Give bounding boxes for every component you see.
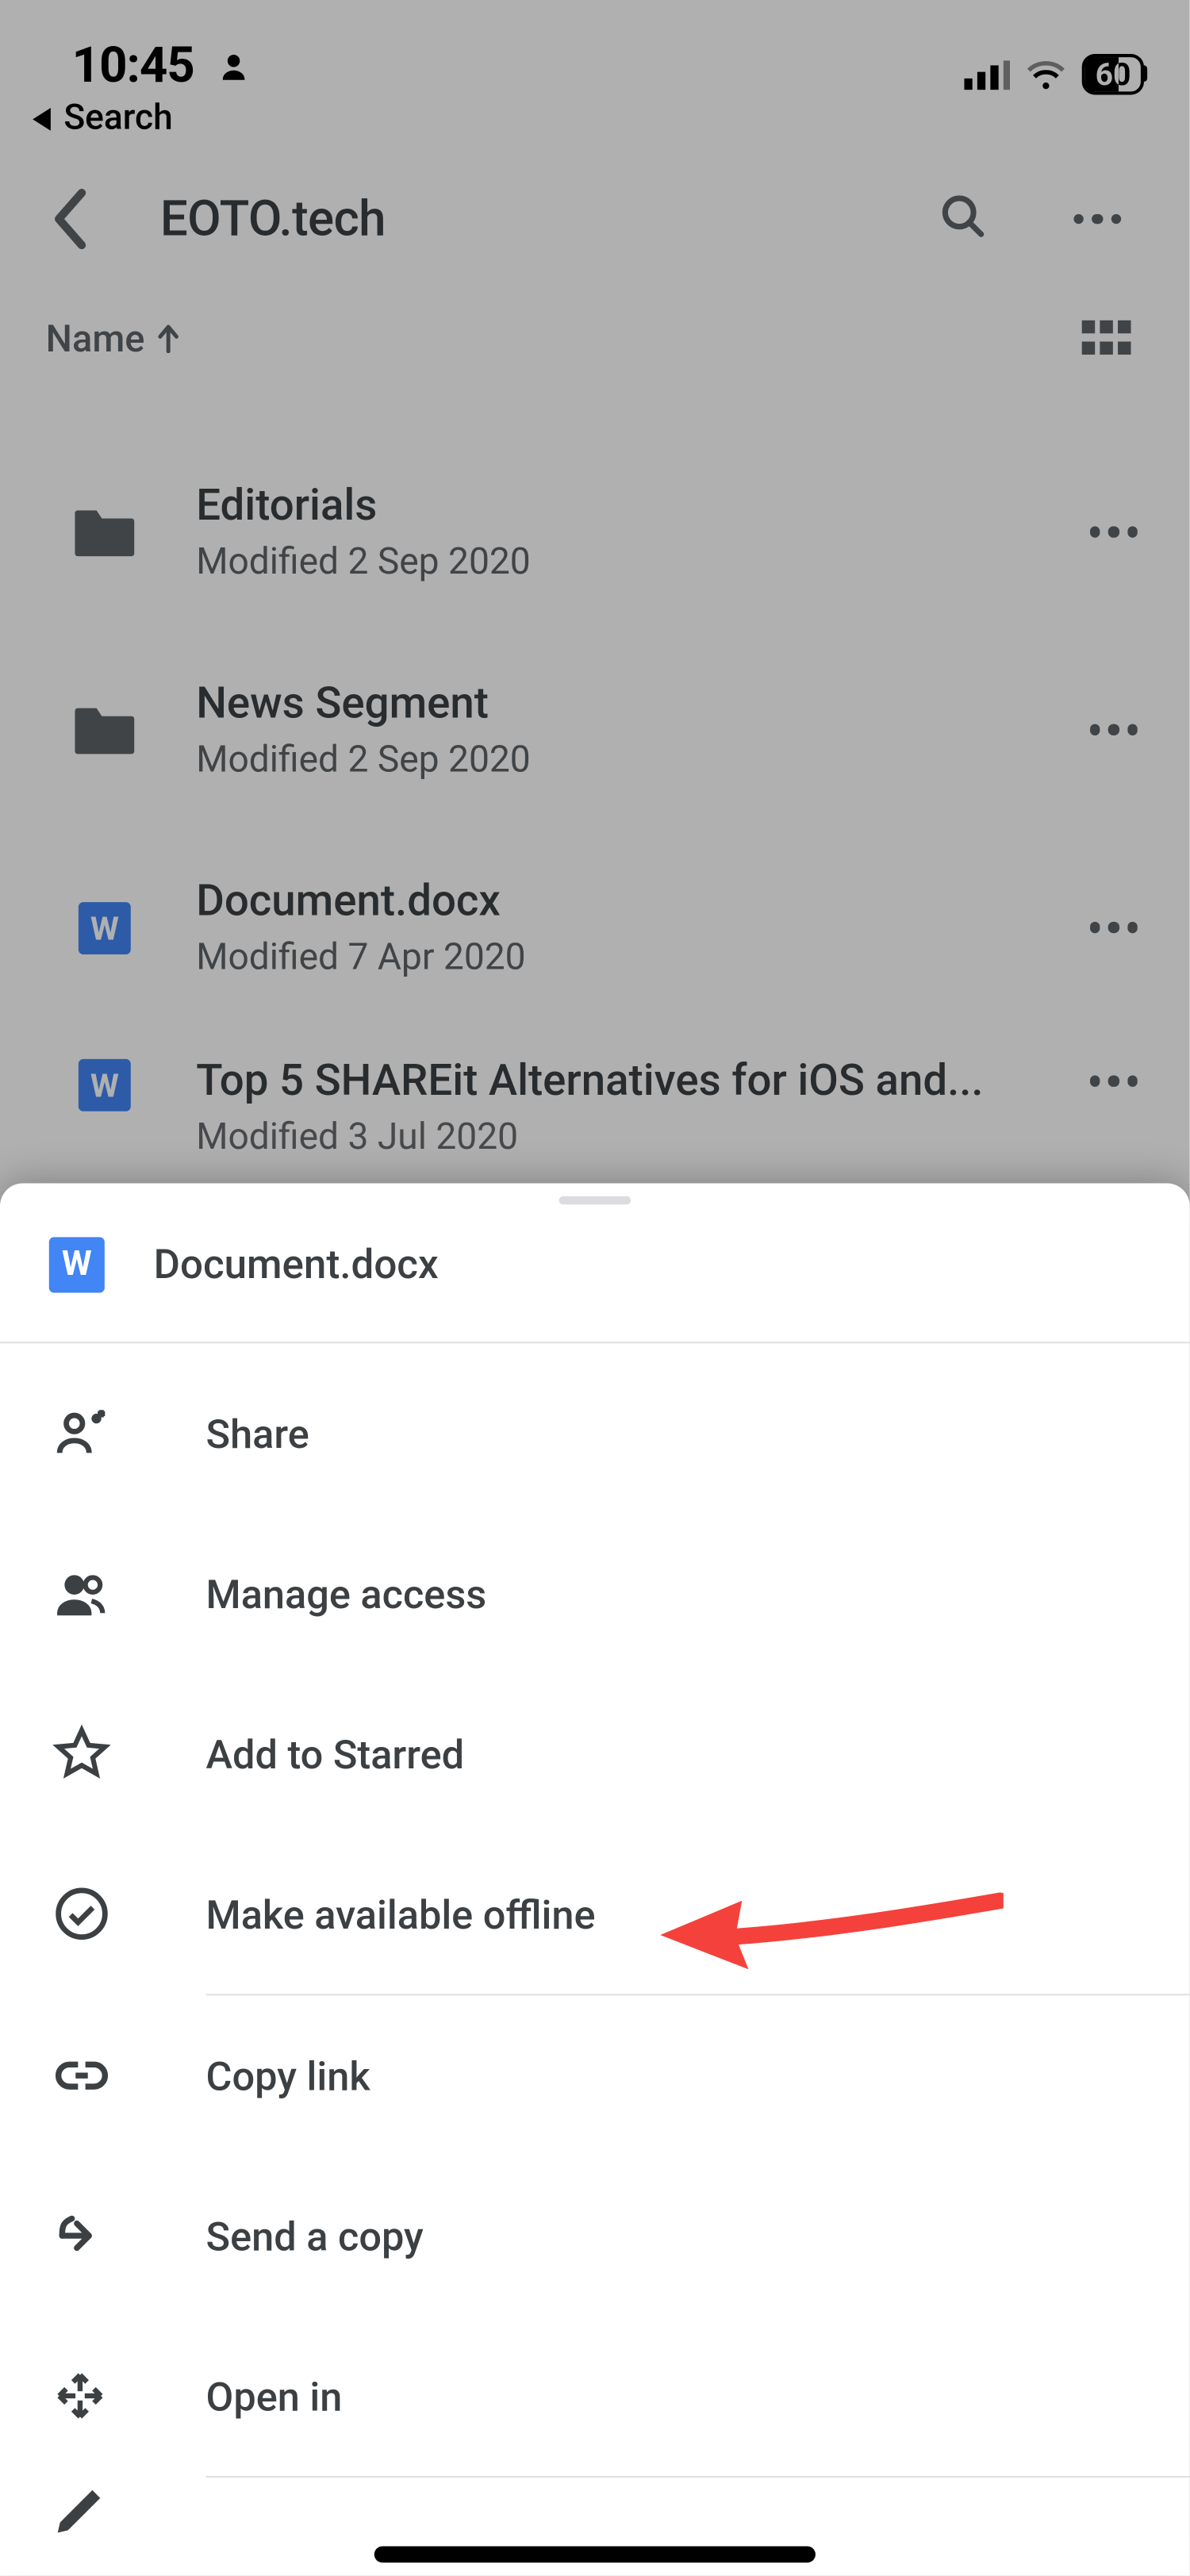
action-label: Copy link <box>206 2052 370 2099</box>
action-label: Manage access <box>206 1570 487 1618</box>
file-actions-sheet: W Document.docx Share Manage access <box>0 1183 1190 2575</box>
list-item[interactable]: News Segment Modified 2 Sep 2020 <box>0 631 1190 828</box>
people-icon <box>49 1564 206 1622</box>
file-modified: Modified 3 Jul 2020 <box>196 1116 1023 1159</box>
file-more-button[interactable] <box>1073 906 1154 950</box>
phone-screen: 10:45 6060 Search EOTO.tech <box>0 0 1190 2576</box>
make-available-offline-action[interactable]: Make available offline <box>0 1833 1190 1994</box>
file-modified: Modified 7 Apr 2020 <box>196 936 1023 979</box>
action-label: Add to Starred <box>206 1730 465 1778</box>
word-doc-icon: W <box>62 1059 147 1111</box>
add-to-starred-action[interactable]: Add to Starred <box>0 1673 1190 1833</box>
battery-indicator: 6060 <box>1082 54 1144 95</box>
share-action[interactable]: Share <box>0 1353 1190 1514</box>
file-name: Document.docx <box>196 876 1023 927</box>
send-a-copy-action[interactable]: Send a copy <box>0 2156 1190 2316</box>
ios-back-label: Search <box>63 98 172 139</box>
star-icon <box>49 1724 206 1783</box>
word-doc-icon: W <box>49 1237 105 1292</box>
sheet-filename: Document.docx <box>154 1242 439 1289</box>
file-name: News Segment <box>196 678 1023 729</box>
more-icon <box>1073 213 1121 224</box>
more-icon <box>1089 922 1138 932</box>
more-icon <box>1089 724 1138 735</box>
status-bar: 10:45 6060 <box>0 0 1190 94</box>
manage-access-action[interactable]: Manage access <box>0 1514 1190 1674</box>
action-label: Share <box>206 1410 309 1457</box>
home-indicator[interactable] <box>374 2546 816 2563</box>
share-icon <box>49 1404 206 1463</box>
action-label: Make available offline <box>206 1890 596 1937</box>
wifi-icon <box>1027 60 1065 89</box>
sort-ascending-icon <box>155 324 181 353</box>
more-icon <box>1089 527 1138 537</box>
file-name: Top 5 SHAREit Alternatives for iOS and..… <box>196 1056 1023 1107</box>
list-item[interactable]: W Top 5 SHAREit Alternatives for iOS and… <box>0 1027 1190 1190</box>
folder-icon <box>62 505 147 559</box>
cellular-signal-icon <box>965 60 1011 89</box>
list-item[interactable]: W Document.docx Modified 7 Apr 2020 <box>0 828 1190 1026</box>
more-icon <box>1089 1075 1138 1085</box>
back-button[interactable] <box>36 186 101 251</box>
sort-row: Name <box>0 290 1190 388</box>
file-name: Editorials <box>196 481 1023 532</box>
file-list: Editorials Modified 2 Sep 2020 News Segm… <box>0 387 1190 1189</box>
folder-title: EOTO.tech <box>102 190 936 248</box>
word-doc-icon: W <box>62 901 147 954</box>
action-label: Open in <box>206 2372 343 2420</box>
pencil-icon <box>49 2482 206 2538</box>
action-label: Send a copy <box>206 2212 424 2259</box>
status-time: 10:45 <box>72 37 194 94</box>
offline-icon <box>49 1884 206 1943</box>
sheet-header: W Document.docx <box>0 1204 1190 1343</box>
search-button[interactable] <box>935 190 988 248</box>
next-action-partial[interactable] <box>0 2478 1190 2543</box>
sheet-drag-handle[interactable] <box>559 1196 631 1204</box>
copy-link-action[interactable]: Copy link <box>0 1995 1190 2156</box>
link-icon <box>49 2046 206 2105</box>
more-options-button[interactable] <box>1057 198 1138 241</box>
open-in-action[interactable]: Open in <box>0 2316 1190 2476</box>
sort-label-text: Name <box>46 317 145 361</box>
open-in-icon <box>49 2368 206 2424</box>
app-header: EOTO.tech <box>0 139 1190 290</box>
file-more-button[interactable] <box>1073 510 1154 554</box>
file-more-button[interactable] <box>1073 1059 1154 1103</box>
file-modified: Modified 2 Sep 2020 <box>196 541 1023 584</box>
list-item[interactable]: Editorials Modified 2 Sep 2020 <box>0 433 1190 631</box>
file-more-button[interactable] <box>1073 708 1154 751</box>
send-icon <box>49 2206 206 2265</box>
back-triangle-icon <box>33 107 51 130</box>
folder-icon <box>62 703 147 757</box>
view-grid-button[interactable] <box>1082 321 1134 356</box>
file-modified: Modified 2 Sep 2020 <box>196 739 1023 781</box>
profile-indicator-icon <box>217 50 250 83</box>
sort-button[interactable]: Name <box>46 317 181 361</box>
ios-back-button[interactable]: Search <box>0 94 1190 139</box>
